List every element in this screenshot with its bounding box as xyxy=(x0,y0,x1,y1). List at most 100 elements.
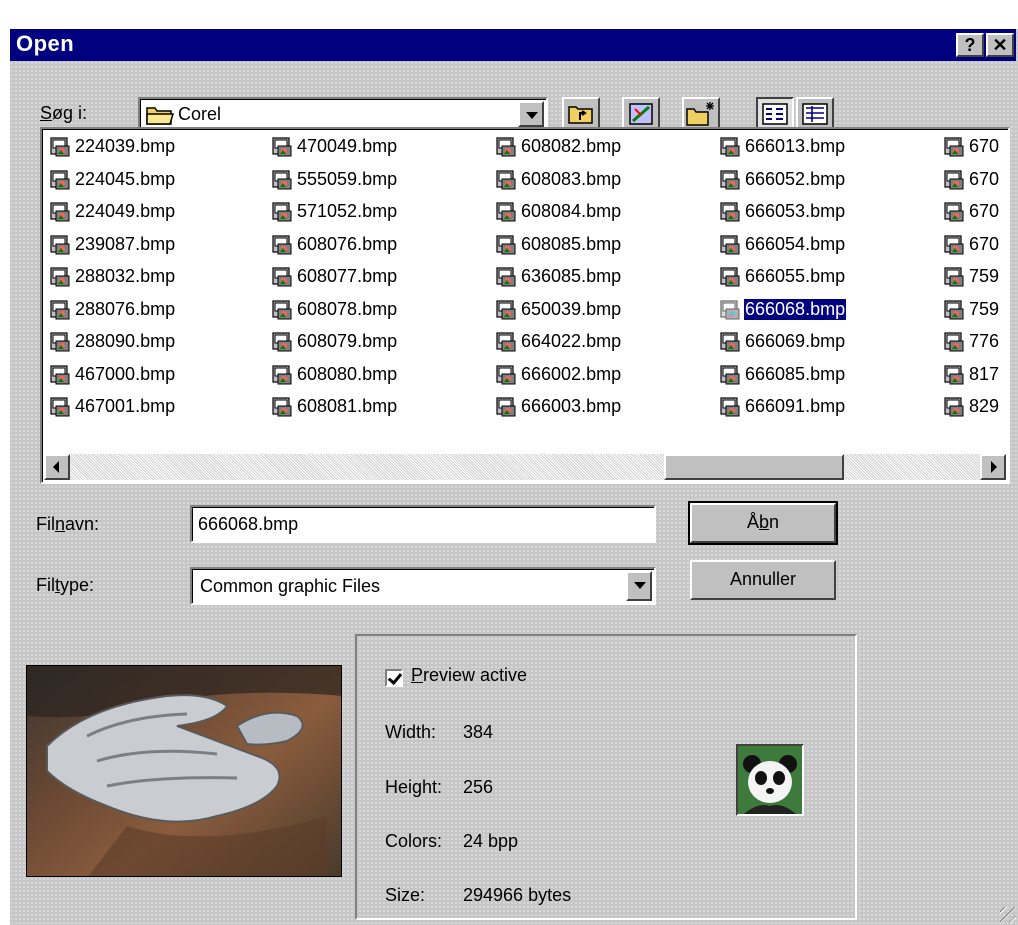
bitmap-file-icon xyxy=(496,267,516,287)
file-name: 666013.bmp xyxy=(745,136,846,156)
hand-sculpture-image xyxy=(27,666,341,876)
file-name: 224039.bmp xyxy=(75,136,176,156)
file-name: 608077.bmp xyxy=(297,266,398,286)
title-bar[interactable]: Open ? ✕ xyxy=(10,29,1016,61)
bitmap-file-icon xyxy=(272,137,292,157)
file-name: 224049.bmp xyxy=(75,201,176,221)
cancel-button[interactable]: Annuller xyxy=(690,560,836,600)
details-view-button[interactable] xyxy=(796,97,834,131)
bitmap-file-icon xyxy=(944,332,964,352)
filetype-label: Filtype: xyxy=(36,575,95,595)
close-button[interactable]: ✕ xyxy=(986,33,1014,57)
file-name: 670 xyxy=(969,233,1000,254)
up-one-level-button[interactable] xyxy=(562,97,600,131)
height-value: 256 xyxy=(463,777,494,797)
file-name: 666085.bmp xyxy=(745,363,846,384)
bitmap-file-icon xyxy=(272,397,292,417)
bitmap-file-icon xyxy=(50,202,70,222)
file-name: 239087.bmp xyxy=(75,233,176,254)
file-name: 608078.bmp xyxy=(297,298,398,319)
close-icon: ✕ xyxy=(992,35,1008,55)
bitmap-file-icon xyxy=(944,137,964,157)
size-label: Size: xyxy=(385,885,426,905)
bitmap-file-icon xyxy=(272,267,292,287)
filename-input[interactable] xyxy=(190,505,656,543)
file-name: 608080.bmp xyxy=(297,363,398,384)
desktop-button[interactable] xyxy=(622,97,660,131)
bitmap-file-icon xyxy=(944,202,964,222)
chevron-down-icon[interactable] xyxy=(626,571,652,601)
bitmap-file-icon xyxy=(272,364,292,385)
arrow-right-icon xyxy=(991,461,997,473)
file-name: 664022.bmp xyxy=(521,331,622,351)
file-name: 608084.bmp xyxy=(521,201,622,221)
folder-icon xyxy=(146,107,174,125)
filetype-select[interactable]: Common graphic Files xyxy=(190,567,656,605)
bitmap-file-icon xyxy=(272,299,292,320)
bitmap-file-icon xyxy=(944,267,964,287)
file-name: 666052.bmp xyxy=(745,168,846,189)
file-name: 817 xyxy=(969,363,1000,384)
list-view-button[interactable] xyxy=(756,97,794,131)
file-name: 224045.bmp xyxy=(75,168,176,189)
file-name: 467000.bmp xyxy=(75,363,176,384)
bitmap-file-icon xyxy=(50,299,70,320)
bitmap-file-icon xyxy=(944,234,964,255)
file-name: 636085.bmp xyxy=(521,266,622,286)
file-name: 666091.bmp xyxy=(745,396,846,416)
preview-active-label[interactable]: Preview active xyxy=(411,665,527,686)
file-name: 288090.bmp xyxy=(75,331,176,351)
horizontal-scrollbar[interactable] xyxy=(44,454,1006,480)
file-name: 666068.bmp xyxy=(742,297,848,321)
preview-active-checkbox[interactable] xyxy=(385,669,403,687)
file-name: 666055.bmp xyxy=(745,266,846,286)
bitmap-file-icon xyxy=(720,364,740,385)
bitmap-file-icon xyxy=(720,267,740,287)
bitmap-file-icon xyxy=(720,169,740,190)
bitmap-file-icon xyxy=(944,299,964,320)
bitmap-file-icon xyxy=(50,397,70,417)
help-button[interactable]: ? xyxy=(956,33,984,57)
open-button[interactable]: Åbn xyxy=(688,501,838,545)
bitmap-file-icon xyxy=(496,332,516,352)
file-list[interactable]: 829 817 776 759 759 670 670 670 670 666091.bmp 666… xyxy=(40,127,1010,484)
file-name: 608082.bmp xyxy=(521,136,622,156)
filetype-value: Common graphic Files xyxy=(200,576,381,596)
bitmap-file-icon xyxy=(50,332,70,352)
filename-label: Filnavn: xyxy=(36,514,100,534)
new-folder-icon xyxy=(686,102,714,126)
bitmap-file-icon xyxy=(50,234,70,255)
lookin-value: Corel xyxy=(178,104,222,124)
file-name: 670 xyxy=(969,168,1000,189)
file-name: 670 xyxy=(969,201,1000,221)
scroll-right-button[interactable] xyxy=(980,454,1006,480)
open-dialog: Open ? ✕ Søg i: Corel 829 817 776 759 75… xyxy=(8,27,1018,925)
up-one-level-icon xyxy=(568,106,593,124)
file-name: 666002.bmp xyxy=(521,363,622,384)
bitmap-file-icon xyxy=(944,364,964,385)
size-value: 294966 bytes xyxy=(463,885,572,905)
details-view-icon xyxy=(802,103,828,125)
bitmap-file-icon xyxy=(720,299,740,320)
bitmap-file-icon xyxy=(50,267,70,287)
scroll-left-button[interactable] xyxy=(44,454,70,480)
bitmap-file-icon xyxy=(496,202,516,222)
file-name: 467001.bmp xyxy=(75,396,176,416)
file-name: 288076.bmp xyxy=(75,298,176,319)
lookin-label: Søg i: xyxy=(40,103,88,123)
bitmap-file-icon xyxy=(496,169,516,190)
lookin-combo[interactable]: Corel xyxy=(138,97,548,131)
scrollbar-thumb[interactable] xyxy=(664,454,844,480)
height-label: Height: xyxy=(385,777,443,797)
file-name: 470049.bmp xyxy=(297,136,398,156)
file-name: 666054.bmp xyxy=(745,233,846,254)
file-name: 288032.bmp xyxy=(75,266,176,286)
resize-grip[interactable] xyxy=(1000,907,1016,923)
file-name: 608076.bmp xyxy=(297,233,398,254)
bitmap-file-icon xyxy=(720,137,740,157)
file-name: 666069.bmp xyxy=(745,331,846,351)
bitmap-file-icon xyxy=(496,137,516,157)
chevron-down-icon[interactable] xyxy=(518,101,544,127)
help-icon: ? xyxy=(964,35,976,55)
new-folder-button[interactable] xyxy=(682,97,720,131)
